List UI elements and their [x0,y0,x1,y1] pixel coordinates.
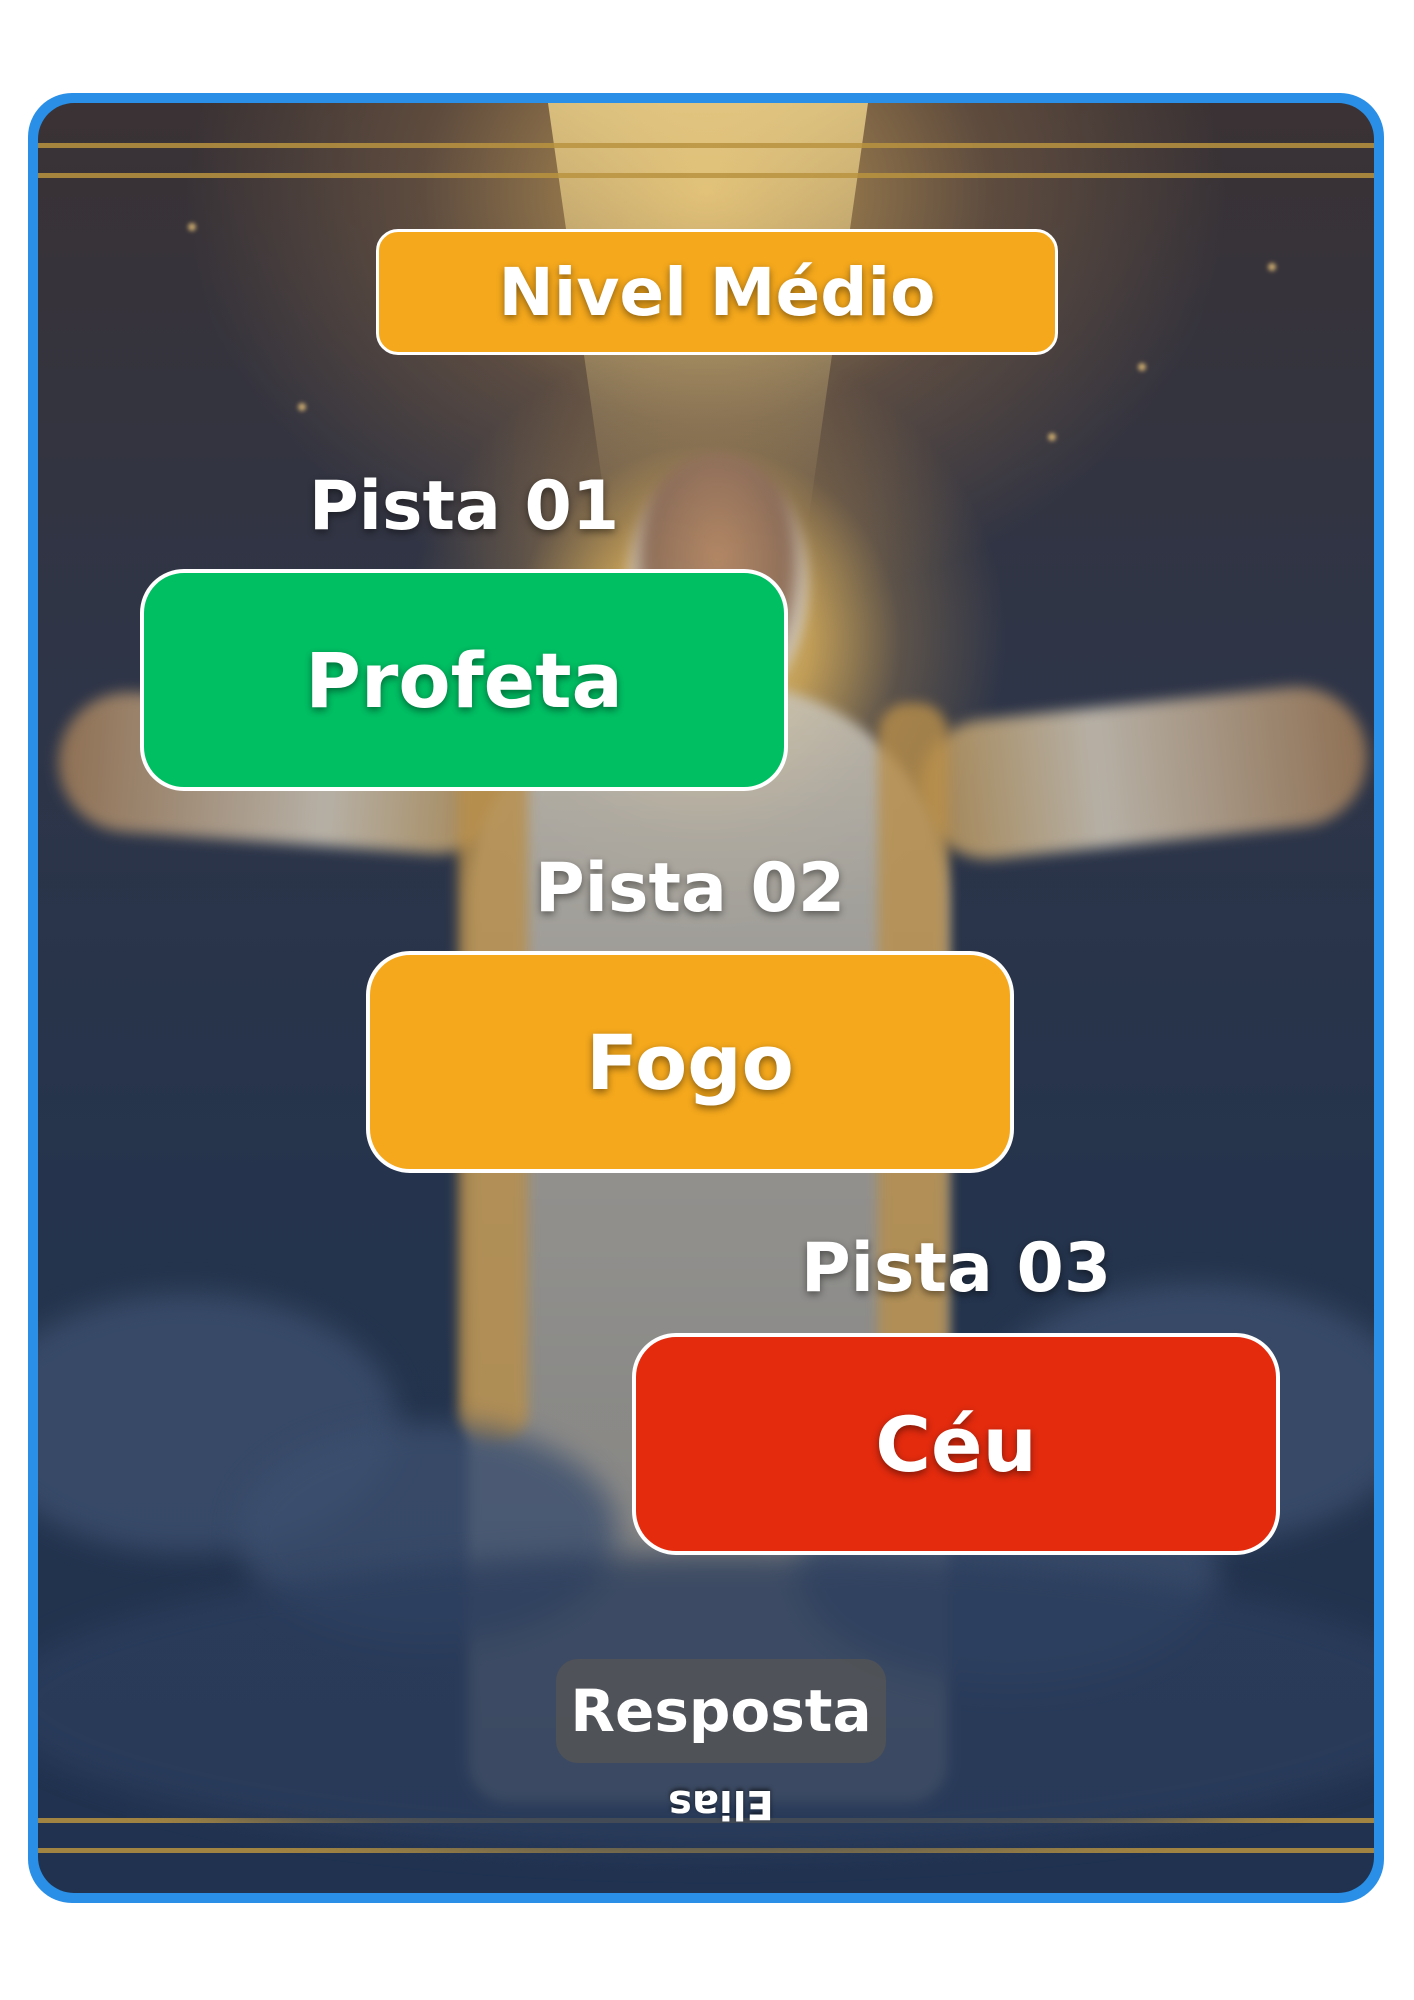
clue-2-title: Pista 02 [534,849,846,928]
clue-3-title: Pista 03 [800,1229,1112,1308]
star [1138,363,1146,371]
clue-1-title: Pista 01 [308,467,620,546]
level-badge: Nivel Médio [376,229,1058,355]
star [188,223,196,231]
star [1048,433,1056,441]
figure-arm-right [911,679,1374,867]
star [298,403,306,411]
card-frame: Nivel Médio Pista 01 Profeta Pista 02 Fo… [28,93,1384,1903]
gold-band-top [38,143,1374,148]
star [1268,263,1276,271]
clue-3-card: Céu [632,1333,1280,1555]
answer-text: Elias [668,1781,774,1827]
clue-2-card: Fogo [366,951,1014,1173]
gold-band-top-inner [38,173,1374,178]
card: Nivel Médio Pista 01 Profeta Pista 02 Fo… [38,103,1374,1893]
answer-label: Resposta [556,1659,886,1763]
clue-1-card: Profeta [140,569,788,791]
